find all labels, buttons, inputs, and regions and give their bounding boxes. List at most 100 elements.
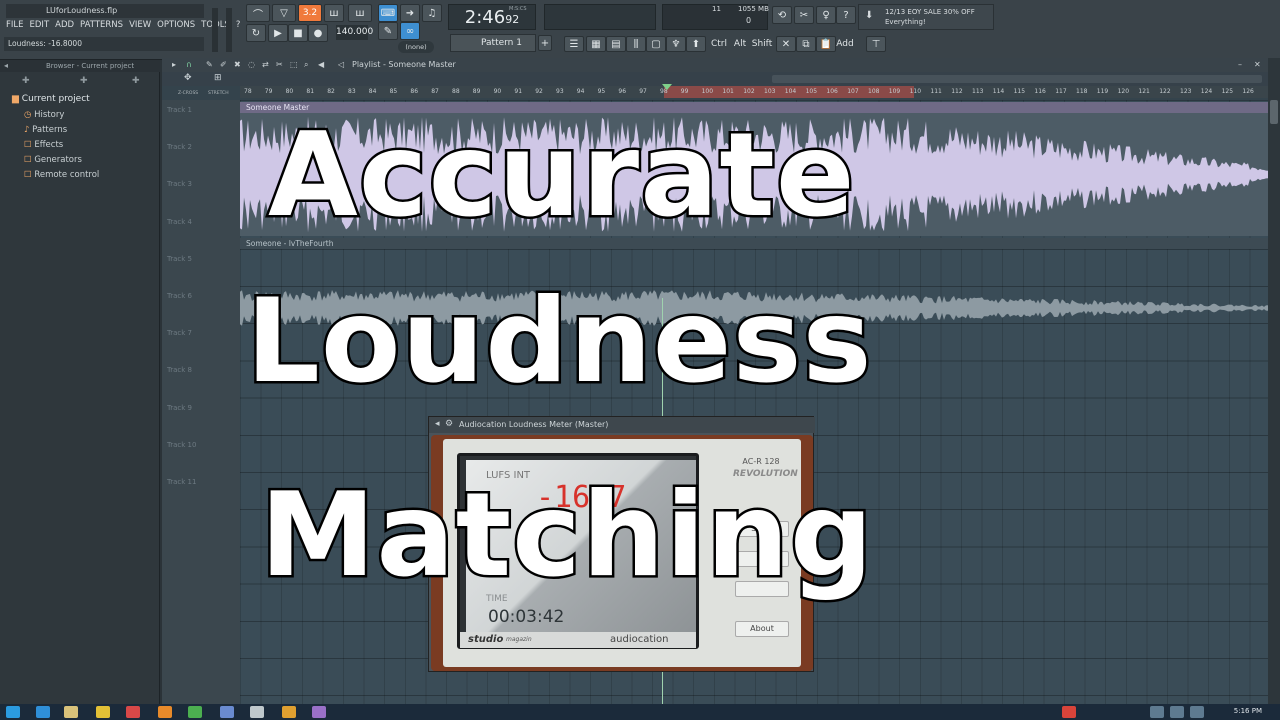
timeline-ruler[interactable]: 78 79 80 81 82 83 84 85 86 87 88 89 90 91 92 93 94 95 96 97…	[240, 84, 1270, 98]
app-icon-1[interactable]	[96, 706, 110, 718]
help-icon[interactable]: ?	[836, 6, 856, 24]
menu-patterns[interactable]: PATTERNS	[80, 20, 123, 34]
sort-icon[interactable]: ✚	[80, 76, 88, 86]
track-label[interactable]: Track 4	[167, 218, 192, 226]
menu-add[interactable]: ADD	[55, 20, 74, 34]
browser-search-icon[interactable]: ✚	[132, 76, 140, 86]
pattern-song-toggle-icon[interactable]: ↻	[246, 24, 266, 42]
tree-current-project[interactable]: ▆ Current project	[12, 92, 90, 107]
magnet-icon[interactable]: ⊤	[866, 36, 886, 52]
tree-item-history[interactable]: ◷ History	[24, 108, 99, 123]
browser-icon[interactable]: ▢	[646, 36, 666, 52]
track-label[interactable]: Track 7	[167, 329, 192, 337]
add-button[interactable]: Add	[834, 36, 856, 52]
delete-tool-icon[interactable]: ✖	[234, 58, 241, 72]
play-button[interactable]: ▶	[268, 24, 288, 42]
track-label[interactable]: Track 5	[167, 255, 192, 263]
step-edit-icon[interactable]: ➜	[400, 4, 420, 22]
cut-clip-icon[interactable]: ✕	[776, 36, 796, 52]
track-label[interactable]: Track 2	[167, 143, 192, 151]
minimize-icon[interactable]: –	[1238, 58, 1242, 72]
start-icon[interactable]	[6, 706, 20, 718]
touch-controller-icon[interactable]: ⬆	[686, 36, 706, 52]
close-icon[interactable]: ✕	[1254, 58, 1261, 72]
menu-options[interactable]: OPTIONS	[157, 20, 195, 34]
tray-flag-icon[interactable]	[1190, 706, 1204, 718]
track-label[interactable]: Track 3	[167, 180, 192, 188]
master-volume-slider[interactable]	[212, 8, 218, 52]
track-label[interactable]: Track 9	[167, 404, 192, 412]
undo-icon[interactable]: ⟲	[772, 6, 792, 24]
blend-notes-icon[interactable]: ♫	[422, 4, 442, 22]
playback-tool-icon[interactable]: ◀	[318, 58, 324, 72]
piano-roll-icon[interactable]: ▦	[586, 36, 606, 52]
explorer-icon[interactable]	[64, 706, 78, 718]
firefox-icon[interactable]	[158, 706, 172, 718]
microphone-icon[interactable]: ♀	[816, 6, 836, 24]
snap-icon[interactable]: ⌒	[246, 4, 270, 22]
browser-menu-icon[interactable]: ◂	[4, 61, 8, 70]
record-button[interactable]: ●	[308, 24, 328, 42]
plugin-settings-icon[interactable]: ⚙	[445, 419, 453, 429]
pattern-selector[interactable]: Pattern 1	[450, 34, 536, 52]
mute-tool-icon[interactable]: ◌	[248, 58, 255, 72]
about-button[interactable]: About	[735, 621, 789, 637]
shift-key[interactable]: Shift	[750, 36, 774, 52]
overview-bar[interactable]: ✥ ⊞	[162, 72, 1280, 86]
paint-tool-icon[interactable]: ✐	[220, 58, 227, 72]
ctrl-key[interactable]: Ctrl	[708, 36, 730, 52]
tempo-display[interactable]: 140.000	[336, 25, 373, 40]
typing-keyboard-icon[interactable]: ⌨	[378, 4, 398, 22]
menu-help[interactable]: ?	[236, 20, 241, 34]
slice-tool-icon[interactable]: ✂	[276, 58, 283, 72]
tray-network-icon[interactable]	[1150, 706, 1164, 718]
fl-studio-icon[interactable]	[282, 706, 296, 718]
tree-item-effects[interactable]: ☐ Effects	[24, 138, 99, 153]
paste-icon[interactable]: 📋	[816, 36, 836, 52]
collapse-icon[interactable]: ✚	[22, 76, 30, 86]
mixer-icon[interactable]: ⫼	[626, 36, 646, 52]
pencil-icon[interactable]: ✎	[378, 22, 398, 40]
recording-mode-icon[interactable]: 3.2	[298, 4, 322, 22]
master-pitch-slider[interactable]	[226, 8, 232, 52]
tree-item-remote-control[interactable]: ☐ Remote control	[24, 168, 99, 183]
plugin-arrow-icon[interactable]: ◂	[435, 419, 440, 429]
tray-record-icon[interactable]	[1062, 706, 1076, 718]
tray-volume-icon[interactable]	[1170, 706, 1184, 718]
playlist-icon[interactable]: ☰	[564, 36, 584, 52]
slip-tool-icon[interactable]: ⇄	[262, 58, 269, 72]
track-label[interactable]: Track 6	[167, 292, 192, 300]
tree-item-generators[interactable]: ☐ Generators	[24, 153, 99, 168]
none-selector[interactable]: (none)	[398, 41, 434, 53]
link-icon[interactable]: ∞	[400, 22, 420, 40]
scroll-thumb[interactable]	[1270, 100, 1278, 124]
app-icon-5[interactable]	[312, 706, 326, 718]
plugin-picker-icon[interactable]: ♆	[666, 36, 686, 52]
track-label[interactable]: Track 8	[167, 366, 192, 374]
wait-icon[interactable]: ш	[324, 4, 344, 22]
add-pattern-icon[interactable]: +	[538, 35, 552, 51]
app-icon-4[interactable]	[250, 706, 264, 718]
app-icon-2[interactable]	[126, 706, 140, 718]
snap-magnet-icon[interactable]: ∩	[186, 58, 192, 72]
menu-file[interactable]: FILE	[6, 20, 24, 34]
vertical-scrollbar[interactable]	[1268, 58, 1280, 704]
channel-rack-icon[interactable]: ▤	[606, 36, 626, 52]
ie-icon[interactable]	[36, 706, 50, 718]
plugin-title-bar[interactable]: Audiocation Loudness Meter (Master)	[429, 417, 815, 433]
chrome-icon[interactable]	[188, 706, 202, 718]
playhead-marker-icon[interactable]	[662, 84, 672, 90]
song-scroll-thumb[interactable]	[772, 75, 1262, 83]
playlist-menu-icon[interactable]: ▸	[172, 58, 176, 72]
app-icon-3[interactable]	[220, 706, 234, 718]
track-label[interactable]: Track 1	[167, 106, 192, 114]
track-label[interactable]: Track 10	[167, 441, 196, 449]
draw-tool-icon[interactable]: ✎	[206, 58, 213, 72]
metronome-icon[interactable]: ▽	[272, 4, 296, 22]
alt-key[interactable]: Alt	[730, 36, 750, 52]
stop-button[interactable]: ■	[288, 24, 308, 42]
zoom-tool-icon[interactable]: ⌕	[304, 58, 308, 72]
menu-edit[interactable]: EDIT	[30, 20, 50, 34]
track-label[interactable]: Track 11	[167, 478, 196, 486]
select-tool-icon[interactable]: ⬚	[290, 58, 298, 72]
